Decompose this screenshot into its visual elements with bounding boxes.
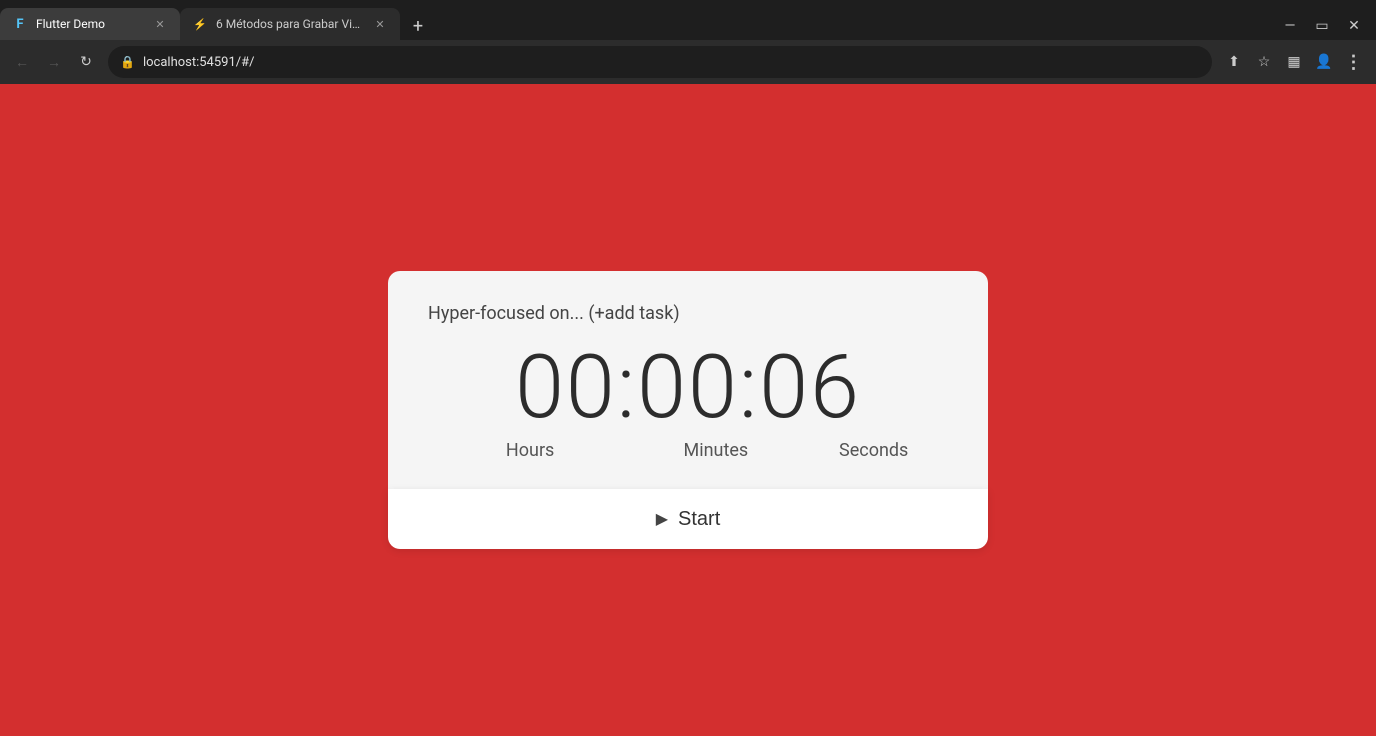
tab-flutter-close[interactable]: ✕ bbox=[152, 16, 168, 32]
play-icon: ▶ bbox=[656, 509, 668, 529]
window-controls: — ▭ ✕ bbox=[1276, 12, 1376, 40]
timer-display: 00:00:06 bbox=[515, 344, 861, 432]
task-label[interactable]: Hyper-focused on... (+add task) bbox=[428, 303, 680, 324]
tab-flutter-favicon: F bbox=[12, 16, 28, 32]
tab-flutter[interactable]: F Flutter Demo ✕ bbox=[0, 8, 180, 40]
minimize-button[interactable]: — bbox=[1276, 12, 1304, 40]
account-button[interactable]: 👤 bbox=[1310, 48, 1338, 76]
timer-card: Hyper-focused on... (+add task) 00:00:06… bbox=[388, 271, 988, 489]
sidebar-button[interactable]: ▦ bbox=[1280, 48, 1308, 76]
back-button[interactable]: ← bbox=[8, 48, 36, 76]
seconds-label: Seconds bbox=[799, 440, 948, 461]
tab-video-favicon: ⚡ bbox=[192, 16, 208, 32]
timer-card-wrapper: Hyper-focused on... (+add task) 00:00:06… bbox=[388, 271, 988, 549]
close-button[interactable]: ✕ bbox=[1340, 12, 1368, 40]
tab-bar: F Flutter Demo ✕ ⚡ 6 Métodos para Grabar… bbox=[0, 0, 1376, 40]
timer-labels: Hours Minutes Seconds bbox=[428, 440, 948, 461]
browser-chrome: F Flutter Demo ✕ ⚡ 6 Métodos para Grabar… bbox=[0, 0, 1376, 84]
start-button[interactable]: ▶ Start bbox=[388, 489, 988, 549]
hours-label: Hours bbox=[428, 440, 632, 461]
new-tab-button[interactable]: + bbox=[404, 12, 432, 40]
forward-button[interactable]: → bbox=[40, 48, 68, 76]
tab-video-close[interactable]: ✕ bbox=[372, 16, 388, 32]
tab-flutter-title: Flutter Demo bbox=[36, 17, 144, 31]
address-bar[interactable]: 🔒 localhost:54591/#/ bbox=[108, 46, 1212, 78]
tab-video-title: 6 Métodos para Grabar Video W... bbox=[216, 17, 364, 31]
browser-content: Hyper-focused on... (+add task) 00:00:06… bbox=[0, 84, 1376, 736]
share-button[interactable]: ⬆ bbox=[1220, 48, 1248, 76]
url-text: localhost:54591/#/ bbox=[143, 55, 1200, 70]
lock-icon: 🔒 bbox=[120, 55, 135, 69]
start-label: Start bbox=[678, 508, 720, 531]
minutes-label: Minutes bbox=[632, 440, 799, 461]
tab-video[interactable]: ⚡ 6 Métodos para Grabar Video W... ✕ bbox=[180, 8, 400, 40]
address-bar-actions: ⬆ ☆ ▦ 👤 ⋮ bbox=[1220, 48, 1368, 76]
address-bar-row: ← → ↻ 🔒 localhost:54591/#/ ⬆ ☆ ▦ 👤 ⋮ bbox=[0, 40, 1376, 84]
menu-button[interactable]: ⋮ bbox=[1340, 48, 1368, 76]
reload-button[interactable]: ↻ bbox=[72, 48, 100, 76]
bookmark-button[interactable]: ☆ bbox=[1250, 48, 1278, 76]
maximize-button[interactable]: ▭ bbox=[1308, 12, 1336, 40]
